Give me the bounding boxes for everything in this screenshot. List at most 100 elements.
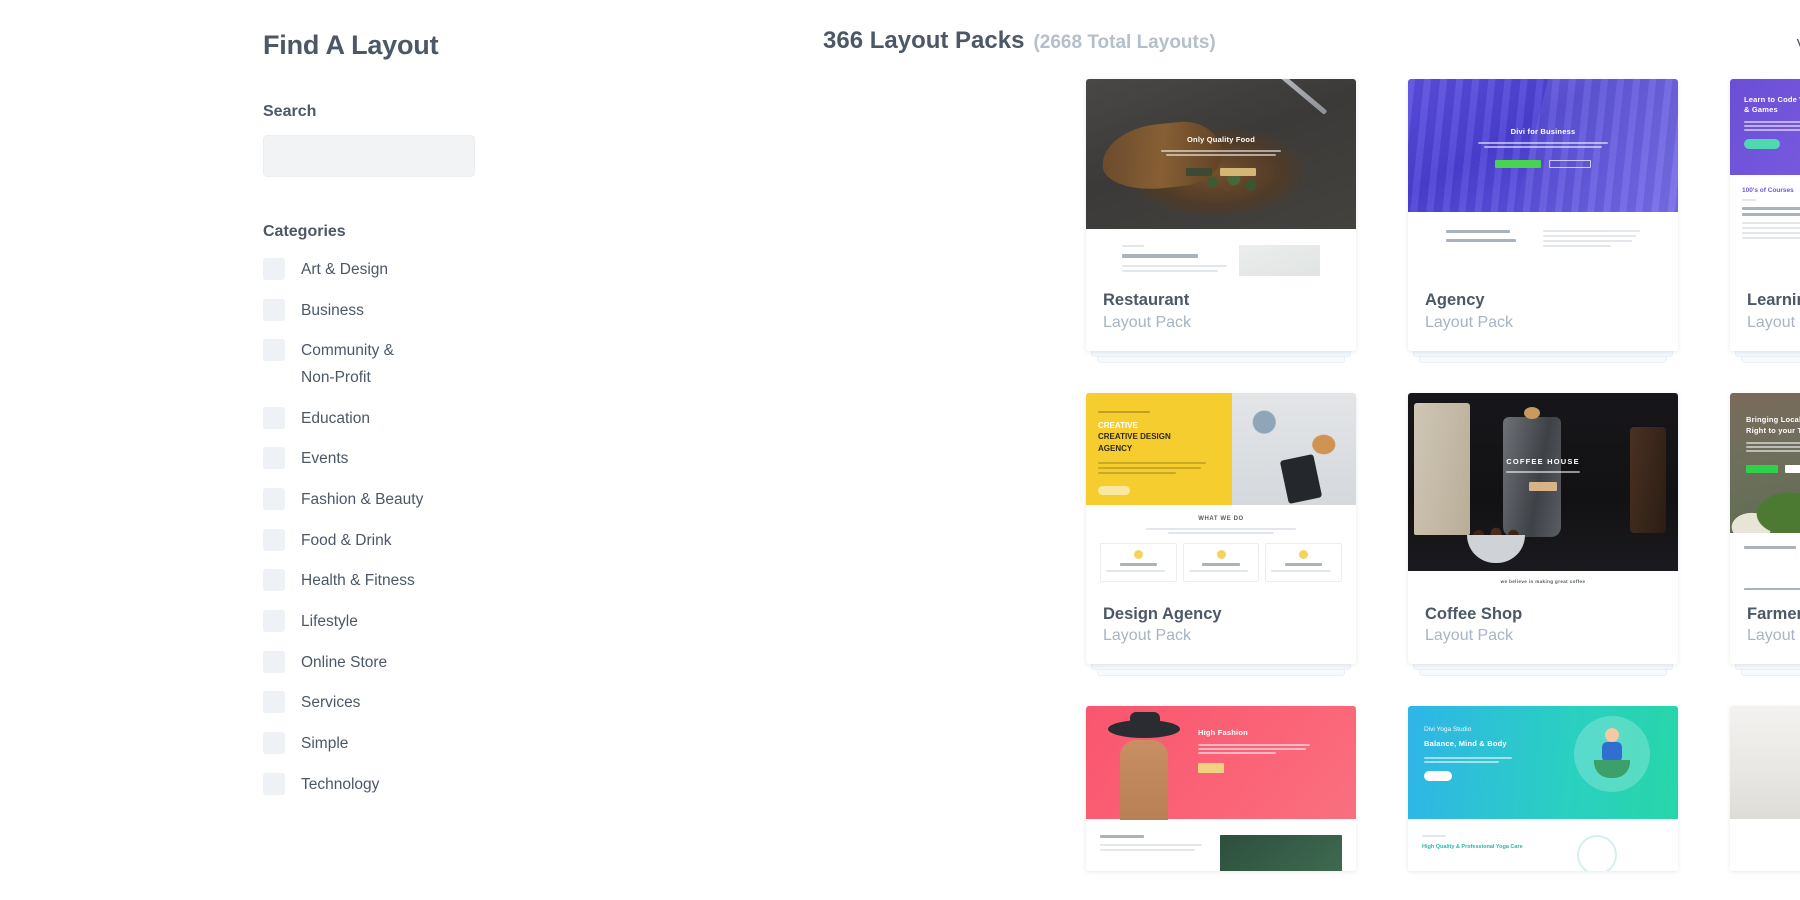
card[interactable]: Divi for Business Agency Layout Pack [1408, 79, 1678, 351]
category-label: Technology [301, 775, 380, 793]
category-item-technology[interactable]: Technology [263, 772, 548, 799]
layout-pack-card-high-fashion[interactable]: High Fashion [1086, 706, 1356, 872]
category-item-education[interactable]: Education [263, 406, 548, 433]
card-thumbnail: High Fashion [1086, 706, 1356, 872]
category-label: Events [301, 450, 349, 468]
category-item-events[interactable]: Events [263, 446, 548, 473]
category-label: Food & Drink [301, 531, 392, 549]
checkbox-icon[interactable] [263, 447, 285, 470]
view-mode-label: View Mode [1797, 37, 1800, 55]
thumb-hero-text: Divi for Business [1510, 127, 1576, 136]
card-title: Coffee Shop [1425, 604, 1523, 623]
card-thumbnail: COFFEE HOUSE we believe in making great … [1408, 392, 1678, 590]
category-item-fashion-beauty[interactable]: Fashion & Beauty [263, 487, 548, 514]
thumb-section-text: High Quality & Professional Yoga Care [1422, 844, 1523, 851]
category-item-lifestyle[interactable]: Lifestyle [263, 609, 548, 636]
card-subtitle: Layout Pack [1747, 313, 1800, 331]
category-item-art-design[interactable]: Art & Design [263, 257, 548, 284]
card-thumbnail: Mick & Della THE GETTING MARRIED [1730, 706, 1800, 872]
category-label: Lifestyle [301, 612, 358, 630]
card-title: Agency [1425, 291, 1485, 309]
thumb-section-text: we believe in making great coffee [1500, 578, 1586, 584]
checkbox-icon[interactable] [263, 298, 285, 321]
card[interactable]: CREATIVE CREATIVE DESIGN AGENCY WHAT WE … [1086, 392, 1356, 665]
card-title: Design Agency [1103, 604, 1222, 623]
card[interactable]: High Fashion [1086, 706, 1356, 872]
results-header: 366 Layout Packs (2668 Total Layouts) Vi… [823, 27, 1800, 71]
thumb-section: WHAT WE DO [1086, 504, 1356, 590]
card-info: Restaurant Layout Pack [1086, 276, 1356, 351]
thumb-hero: Mick & Della THE GETTING MARRIED [1730, 706, 1800, 820]
thumb-hero: Only Quality Food [1086, 79, 1356, 229]
category-item-services[interactable]: Services [263, 690, 548, 717]
category-label: Services [301, 694, 361, 712]
thumb-hero: Divi Yoga Studio Balance, Mind & Body [1408, 706, 1678, 820]
category-list: Art & Design Business Community & Non-Pr… [263, 257, 548, 798]
card-title: Farmers Market [1747, 604, 1800, 623]
thumb-section [1086, 229, 1356, 276]
category-item-community-non-profit[interactable]: Community & Non-Profit [263, 338, 548, 391]
layout-pack-card-agency[interactable]: Divi for Business Agency Layout Pack [1408, 79, 1678, 363]
layout-pack-card-design-agency[interactable]: CREATIVE CREATIVE DESIGN AGENCY WHAT WE … [1086, 392, 1356, 677]
sidebar: Find A Layout Search Categories Art & De… [263, 0, 548, 900]
checkbox-icon[interactable] [263, 487, 285, 510]
card[interactable]: Bringing Local Farmers Right to your Tab… [1730, 392, 1800, 665]
thumb-hero: Learn to Code Websites, Apps & Games </> [1730, 79, 1800, 175]
card[interactable]: Learn to Code Websites, Apps & Games </> [1730, 79, 1800, 351]
search-input[interactable] [263, 135, 475, 177]
category-item-health-fitness[interactable]: Health & Fitness [263, 568, 548, 595]
view-mode-control[interactable]: View Mode [1797, 36, 1800, 56]
layout-pack-card-wedding[interactable]: Mick & Della THE GETTING MARRIED [1730, 706, 1800, 872]
search-label: Search [263, 103, 317, 120]
checkbox-icon[interactable] [263, 691, 285, 714]
card-thumbnail: Only Quality Food [1086, 79, 1356, 276]
thumb-section [1730, 532, 1800, 590]
thumb-section: 100's of Courses [1730, 175, 1800, 276]
card-info: Learning Management (LMS) Layout Pack [1730, 276, 1800, 351]
thumb-hero-subtext: THE GETTING MARRIED [1730, 762, 1800, 768]
card[interactable]: COFFEE HOUSE we believe in making great … [1408, 392, 1678, 665]
category-label: Community & Non-Profit [301, 342, 395, 386]
category-label: Online Store [301, 653, 388, 671]
checkbox-icon[interactable] [263, 406, 285, 429]
main-content: 366 Layout Packs (2668 Total Layouts) Vi… [548, 0, 1800, 900]
layout-pack-card-restaurant[interactable]: Only Quality Food Restaurant Layout Pack [1086, 79, 1356, 363]
card-info: Design Agency Layout Pack [1086, 589, 1356, 665]
card[interactable]: Divi Yoga Studio Balance, Mind & Body Hi… [1408, 706, 1678, 872]
checkbox-icon[interactable] [263, 772, 285, 795]
card-thumbnail: Divi for Business [1408, 79, 1678, 276]
checkbox-icon[interactable] [263, 339, 285, 362]
card-subtitle: Layout Pack [1747, 627, 1800, 645]
category-item-online-store[interactable]: Online Store [263, 650, 548, 677]
card-thumbnail: Bringing Local Farmers Right to your Tab… [1730, 392, 1800, 590]
layout-pack-card-farmers-market[interactable]: Bringing Local Farmers Right to your Tab… [1730, 392, 1800, 677]
checkbox-icon[interactable] [263, 650, 285, 673]
thumb-section [1086, 819, 1356, 872]
checkbox-icon[interactable] [263, 731, 285, 754]
thumb-hero: Divi for Business [1408, 79, 1678, 212]
layout-pack-card-lms[interactable]: Learn to Code Websites, Apps & Games </> [1730, 79, 1800, 363]
layout-pack-card-yoga-studio[interactable]: Divi Yoga Studio Balance, Mind & Body Hi… [1408, 706, 1678, 872]
layout-pack-card-coffee-shop[interactable]: COFFEE HOUSE we believe in making great … [1408, 392, 1678, 677]
card[interactable]: Only Quality Food Restaurant Layout Pack [1086, 79, 1356, 351]
thumb-section: we believe in making great coffee [1408, 570, 1678, 590]
search-section: Search [263, 103, 548, 177]
category-label: Health & Fitness [301, 572, 415, 590]
category-label: Art & Design [301, 261, 389, 278]
thumb-section [1730, 819, 1800, 872]
card[interactable]: Mick & Della THE GETTING MARRIED [1730, 706, 1800, 872]
category-item-business[interactable]: Business [263, 298, 548, 325]
pack-count: 366 Layout Packs [823, 27, 1025, 54]
page-title: Find A Layout [263, 30, 439, 60]
thumb-hero-text: Only Quality Food [1187, 135, 1255, 144]
category-item-simple[interactable]: Simple [263, 731, 548, 758]
checkbox-icon[interactable] [263, 258, 285, 280]
category-label: Fashion & Beauty [301, 490, 424, 508]
layout-pack-grid: Only Quality Food Restaurant Layout Pack… [1086, 79, 1800, 872]
checkbox-icon[interactable] [263, 528, 285, 551]
category-item-food-drink[interactable]: Food & Drink [263, 528, 548, 555]
checkbox-icon[interactable] [263, 609, 285, 632]
card-thumbnail: Divi Yoga Studio Balance, Mind & Body Hi… [1408, 706, 1678, 872]
thumb-hero-text: Bringing Local Farmers Right to your Tab… [1746, 414, 1800, 435]
checkbox-icon[interactable] [263, 569, 285, 592]
